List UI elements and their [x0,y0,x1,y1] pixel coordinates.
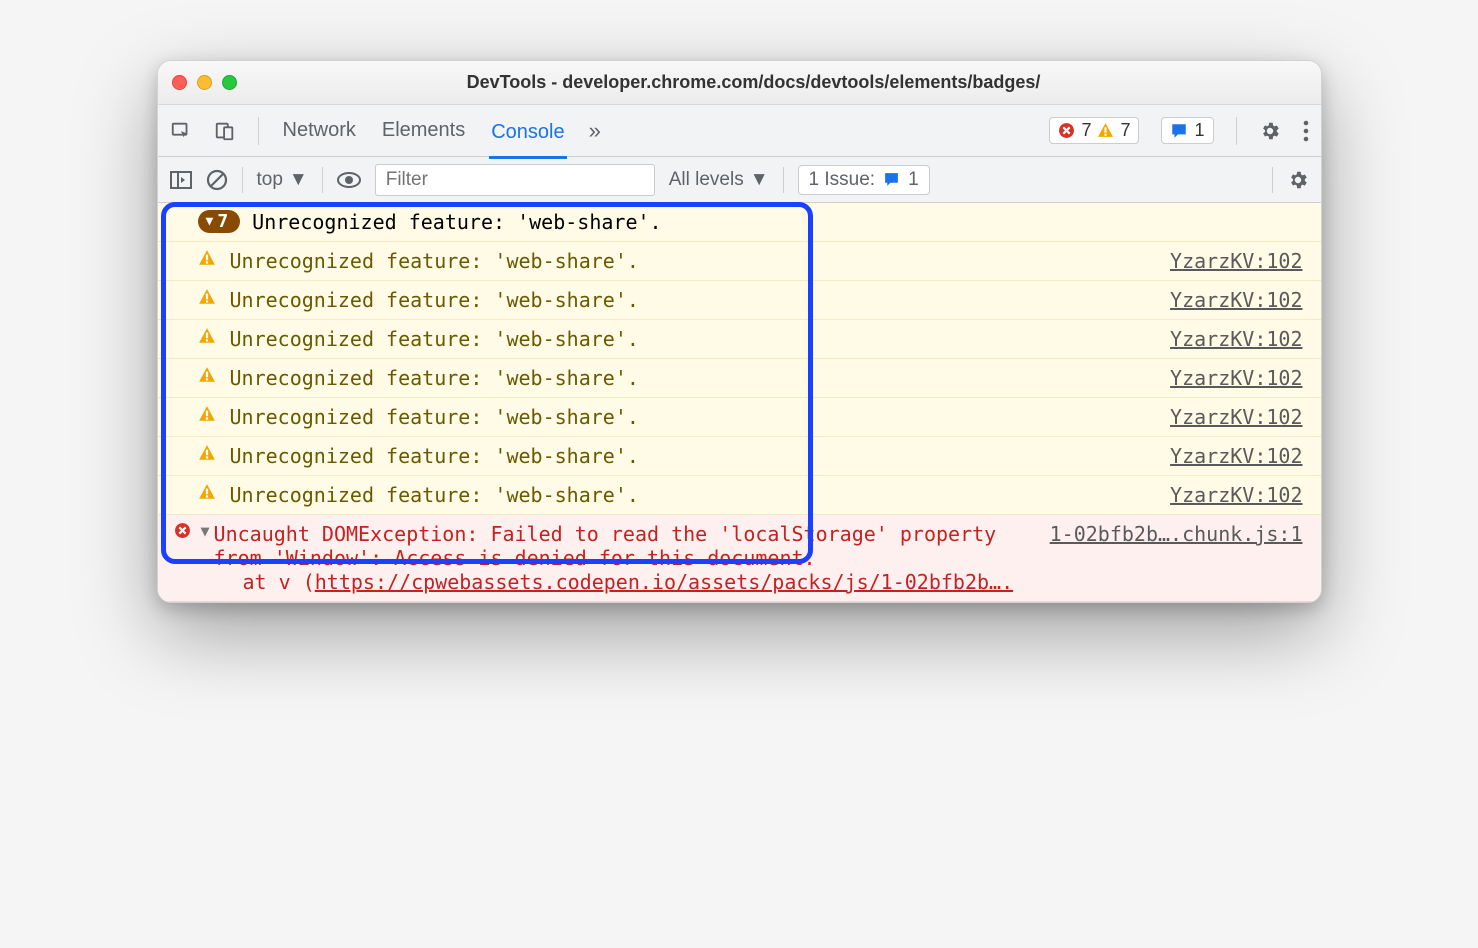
settings-icon[interactable] [1259,120,1281,142]
warning-message: Unrecognized feature: 'web-share'. [230,366,639,390]
console-warning-row[interactable]: Unrecognized feature: 'web-share'. YzarzK… [158,281,1321,320]
console-warning-row[interactable]: Unrecognized feature: 'web-share'. YzarzK… [158,320,1321,359]
messages-counter[interactable]: 1 [1161,117,1213,144]
warning-icon [198,483,216,501]
log-levels-selector[interactable]: All levels ▼ [669,169,769,191]
warning-source-link[interactable]: YzarzKV:102 [1170,405,1302,429]
warning-icon [198,249,216,267]
console-warning-row[interactable]: Unrecognized feature: 'web-share'. YzarzK… [158,476,1321,515]
chevron-down-icon[interactable]: ▼ [201,522,210,570]
console-warning-row[interactable]: Unrecognized feature: 'web-share'. YzarzK… [158,437,1321,476]
warning-icon [1097,122,1114,139]
context-selector[interactable]: top ▼ [257,169,308,191]
error-source-link[interactable]: 1-02bfb2b….chunk.js:1 [1050,522,1303,570]
live-expression-icon[interactable] [337,171,361,189]
more-options-icon[interactable] [1303,120,1309,142]
warning-message: Unrecognized feature: 'web-share'. [230,249,639,273]
warning-message: Unrecognized feature: 'web-share'. [230,405,639,429]
warning-count: 7 [1120,120,1130,141]
levels-label: All levels [669,169,744,191]
warning-source-link[interactable]: YzarzKV:102 [1170,366,1302,390]
window-title: DevTools - developer.chrome.com/docs/dev… [261,72,1307,93]
warning-source-link[interactable]: YzarzKV:102 [1170,483,1302,507]
error-message: Uncaught DOMException: Failed to read th… [214,522,1030,570]
error-stack-link[interactable]: https://cpwebassets.codepen.io/assets/pa… [315,570,1013,594]
group-count: 7 [217,211,228,232]
clear-console-icon[interactable] [206,169,228,191]
main-toolbar: Network Elements Console » 7 7 1 [158,105,1321,157]
console-sidebar-toggle-icon[interactable] [170,170,192,190]
error-count: 7 [1081,120,1091,141]
toolbar-divider [258,117,259,145]
tab-elements[interactable]: Elements [380,115,467,146]
toolbar-divider [783,167,784,193]
console-warning-row[interactable]: Unrecognized feature: 'web-share'. YzarzK… [158,359,1321,398]
issues-label: 1 Issue: [809,169,876,191]
toolbar-divider [1272,167,1273,193]
close-window-button[interactable] [172,75,187,90]
titlebar: DevTools - developer.chrome.com/docs/dev… [158,61,1321,105]
group-count-badge: ▼ 7 [198,210,241,233]
inspect-element-icon[interactable] [170,120,192,142]
console-warning-row[interactable]: Unrecognized feature: 'web-share'. YzarzK… [158,398,1321,437]
console-warning-row[interactable]: Unrecognized feature: 'web-share'. YzarzK… [158,242,1321,281]
maximize-window-button[interactable] [222,75,237,90]
warning-icon [198,327,216,345]
toolbar-divider [242,167,243,193]
warning-icon [198,444,216,462]
warning-source-link[interactable]: YzarzKV:102 [1170,444,1302,468]
warning-rows-container: Unrecognized feature: 'web-share'. YzarzK… [158,242,1321,515]
messages-count: 1 [1194,120,1204,141]
toolbar-divider [322,167,323,193]
device-toolbar-icon[interactable] [214,120,236,142]
message-group-header[interactable]: ▼ 7 Unrecognized feature: 'web-share'. [158,203,1321,242]
warning-message: Unrecognized feature: 'web-share'. [230,327,639,351]
warning-message: Unrecognized feature: 'web-share'. [230,483,639,507]
error-icon [174,522,191,539]
tab-console[interactable]: Console [489,117,566,159]
message-icon [1170,122,1188,140]
devtools-window: DevTools - developer.chrome.com/docs/dev… [157,60,1322,603]
warning-message: Unrecognized feature: 'web-share'. [230,444,639,468]
traffic-lights [172,75,237,90]
issues-count: 1 [908,169,919,191]
more-tabs-icon[interactable]: » [589,118,601,144]
warning-message: Unrecognized feature: 'web-share'. [230,288,639,312]
console-toolbar: top ▼ All levels ▼ 1 Issue: 1 [158,157,1321,203]
message-icon [883,171,900,188]
error-stack: at v (https://cpwebassets.codepen.io/ass… [201,570,1303,594]
group-message: Unrecognized feature: 'web-share'. [252,210,661,234]
chevron-down-icon: ▼ [289,169,308,191]
warning-icon [198,288,216,306]
warning-source-link[interactable]: YzarzKV:102 [1170,288,1302,312]
chevron-down-icon: ▼ [206,214,214,229]
console-messages: ▼ 7 Unrecognized feature: 'web-share'. U… [158,203,1321,602]
issues-button[interactable]: 1 Issue: 1 [798,165,930,195]
warning-icon [198,366,216,384]
filter-input[interactable] [375,164,655,196]
toolbar-divider [1236,117,1237,145]
console-settings-icon[interactable] [1287,169,1309,191]
chevron-down-icon: ▼ [750,169,769,191]
error-warning-counter[interactable]: 7 7 [1049,117,1139,144]
context-label: top [257,169,283,191]
error-icon [1058,122,1075,139]
warning-source-link[interactable]: YzarzKV:102 [1170,249,1302,273]
warning-icon [198,405,216,423]
minimize-window-button[interactable] [197,75,212,90]
tab-network[interactable]: Network [281,115,358,146]
warning-source-link[interactable]: YzarzKV:102 [1170,327,1302,351]
console-error-row[interactable]: ▼ Uncaught DOMException: Failed to read … [158,515,1321,602]
